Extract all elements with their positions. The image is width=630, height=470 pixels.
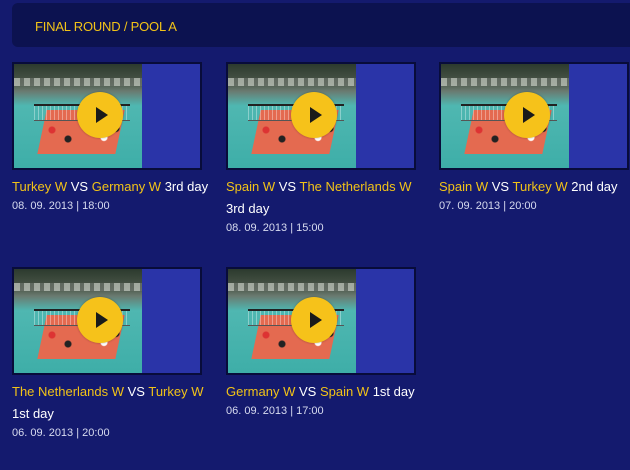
video-card[interactable]: Germany W VS Spain W 1st day 06. 09. 201… [226,267,426,417]
team2-link[interactable]: Germany W [92,179,161,194]
team2-link[interactable]: Turkey W [148,384,203,399]
match-date: 06. 09. 2013 | 20:00 [12,427,110,439]
team2-link[interactable]: The Netherlands W [300,179,412,194]
team1-link[interactable]: Germany W [226,384,295,399]
video-card[interactable]: Spain W VS The Netherlands W 3rd day 08.… [226,62,426,234]
match-date: 08. 09. 2013 | 18:00 [12,200,110,212]
match-title: The Netherlands W VS Turkey W 1st day [12,381,212,425]
video-card[interactable]: The Netherlands W VS Turkey W 1st day 06… [12,267,212,439]
play-icon[interactable] [77,297,123,343]
video-card[interactable]: Turkey W VS Germany W 3rd day 08. 09. 20… [12,62,212,212]
team2-link[interactable]: Spain W [320,384,369,399]
video-thumbnail[interactable] [439,62,629,170]
video-thumbnail[interactable] [226,62,416,170]
match-title: Spain W VS Turkey W 2nd day [439,176,630,198]
play-icon[interactable] [504,92,550,138]
team1-link[interactable]: Spain W [439,179,488,194]
vs-label: VS [491,179,510,194]
video-thumbnail[interactable] [12,267,202,375]
match-day: 1st day [372,384,415,399]
match-day: 3rd day [226,201,270,216]
match-day: 3rd day [164,179,209,194]
video-thumbnail[interactable] [12,62,202,170]
match-date: 08. 09. 2013 | 15:00 [226,222,324,234]
match-title: Turkey W VS Germany W 3rd day [12,176,212,198]
video-thumbnail[interactable] [226,267,416,375]
vs-label: VS [278,179,297,194]
match-title: Spain W VS The Netherlands W 3rd day [226,176,426,220]
pool-title: FINAL ROUND / POOL A [35,19,177,34]
play-icon[interactable] [77,92,123,138]
match-day: 2nd day [571,179,618,194]
vs-label: VS [70,179,89,194]
match-day: 1st day [12,406,54,421]
match-date: 07. 09. 2013 | 20:00 [439,200,537,212]
vs-label: VS [127,384,145,399]
play-icon[interactable] [291,92,337,138]
team1-link[interactable]: The Netherlands W [12,384,124,399]
match-date: 06. 09. 2013 | 17:00 [226,405,324,417]
vs-label: VS [298,384,317,399]
team1-link[interactable]: Turkey W [12,179,67,194]
team1-link[interactable]: Spain W [226,179,275,194]
team2-link[interactable]: Turkey W [513,179,568,194]
match-title: Germany W VS Spain W 1st day [226,381,426,403]
play-icon[interactable] [291,297,337,343]
video-card[interactable]: Spain W VS Turkey W 2nd day 07. 09. 2013… [439,62,630,212]
pool-header: FINAL ROUND / POOL A [12,3,630,47]
